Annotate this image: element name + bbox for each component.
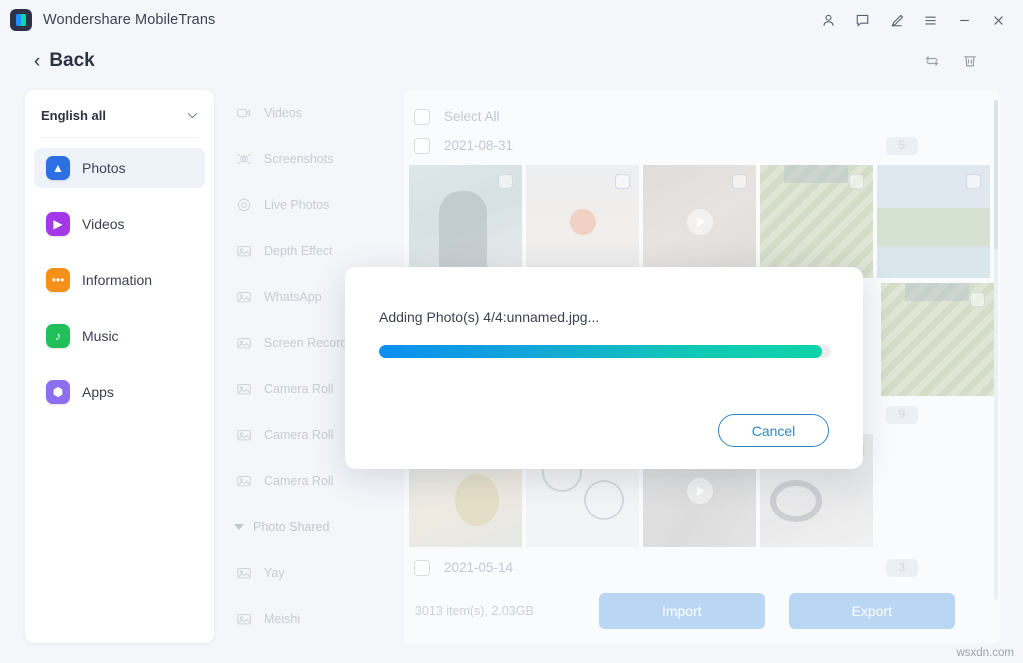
progress-dialog: Adding Photo(s) 4/4:unnamed.jpg... Cance… bbox=[345, 267, 863, 469]
cancel-button[interactable]: Cancel bbox=[718, 414, 829, 447]
app-window: Wondershare MobileTrans ‹ Back English a… bbox=[0, 0, 1023, 663]
watermark: wsxdn.com bbox=[956, 647, 1014, 659]
progress-bar-fill bbox=[379, 345, 822, 358]
progress-message: Adding Photo(s) 4/4:unnamed.jpg... bbox=[379, 309, 600, 325]
progress-bar-track bbox=[379, 345, 831, 358]
